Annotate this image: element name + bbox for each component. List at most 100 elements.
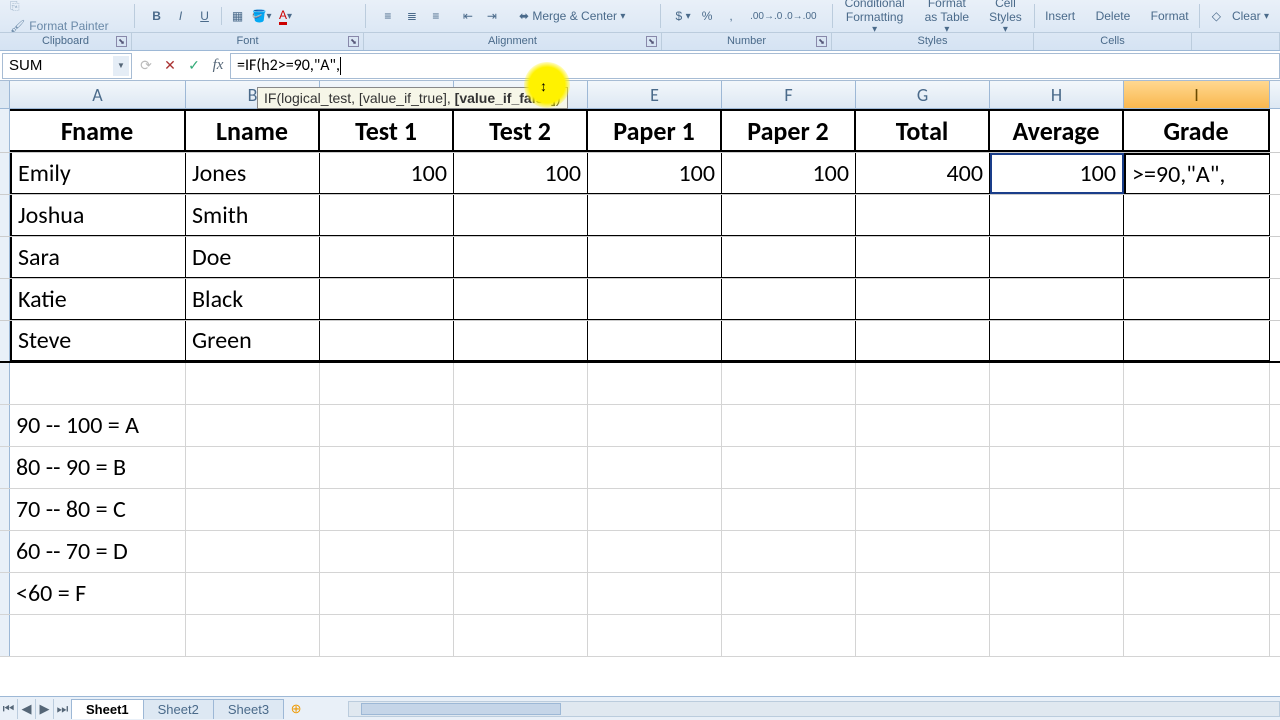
decrease-decimal-button[interactable]: .0→.00 — [784, 5, 816, 27]
header-lname[interactable]: Lname — [186, 109, 320, 152]
spreadsheet-grid[interactable]: A B C D E F G H I Fname Lname Test 1 Tes… — [0, 81, 1280, 657]
cell[interactable] — [10, 363, 186, 404]
formula-input[interactable]: =IF(h2>=90,"A", — [230, 53, 1280, 79]
cell[interactable] — [990, 195, 1124, 236]
underline-button[interactable]: U — [194, 5, 216, 27]
header-paper2[interactable]: Paper 2 — [722, 109, 856, 152]
cell[interactable] — [454, 321, 588, 361]
cell[interactable] — [588, 237, 722, 278]
cell-average[interactable]: 100 — [990, 153, 1124, 194]
cell[interactable] — [856, 237, 990, 278]
cell[interactable] — [722, 195, 856, 236]
cell[interactable] — [1124, 279, 1270, 320]
cell[interactable]: Katie — [10, 279, 186, 320]
header-total[interactable]: Total — [856, 109, 990, 152]
prev-sheet-button[interactable]: ◀ — [18, 699, 36, 719]
cell[interactable] — [1124, 195, 1270, 236]
cell[interactable] — [320, 279, 454, 320]
cell[interactable] — [454, 363, 588, 404]
cell[interactable] — [990, 279, 1124, 320]
cell[interactable] — [722, 279, 856, 320]
cell[interactable] — [588, 279, 722, 320]
fill-color-button[interactable]: 🪣▾ — [251, 5, 273, 27]
cell[interactable]: 90 -- 100 = A — [10, 405, 186, 446]
cell[interactable]: Emily — [10, 153, 186, 194]
next-sheet-button[interactable]: ▶ — [36, 699, 54, 719]
cell[interactable]: 100 — [454, 153, 588, 194]
cell[interactable] — [722, 321, 856, 361]
sheet-tab-1[interactable]: Sheet1 — [71, 699, 144, 719]
italic-button[interactable]: I — [170, 5, 192, 27]
expand-icon[interactable]: ⬊ — [116, 36, 127, 47]
enter-formula-button[interactable]: ✓ — [182, 53, 206, 79]
new-sheet-button[interactable]: ⊕ — [284, 701, 308, 717]
col-header-i[interactable]: I — [1124, 81, 1270, 108]
col-header-h[interactable]: H — [990, 81, 1124, 108]
cell[interactable]: Steve — [10, 321, 186, 361]
cell[interactable]: Green — [186, 321, 320, 361]
fx-button[interactable]: fx — [206, 53, 230, 79]
cell[interactable] — [320, 321, 454, 361]
header-test1[interactable]: Test 1 — [320, 109, 454, 152]
cell[interactable] — [454, 237, 588, 278]
name-box[interactable]: SUM ▼ — [2, 53, 132, 79]
currency-button[interactable]: $ ▾ — [672, 5, 694, 27]
cell[interactable]: 400 — [856, 153, 990, 194]
cell[interactable] — [856, 363, 990, 404]
expand-icon[interactable]: ⬊ — [816, 36, 827, 47]
cell-styles-button[interactable]: CellStyles▾ — [983, 0, 1028, 35]
select-all-corner[interactable] — [0, 81, 10, 108]
cell[interactable]: Doe — [186, 237, 320, 278]
expand-icon[interactable]: ⬊ — [348, 36, 359, 47]
header-average[interactable]: Average — [990, 109, 1124, 152]
cell[interactable] — [588, 195, 722, 236]
cell[interactable] — [320, 237, 454, 278]
cell[interactable]: Joshua — [10, 195, 186, 236]
col-header-e[interactable]: E — [588, 81, 722, 108]
increase-indent-button[interactable]: ⇥ — [481, 5, 503, 27]
border-button[interactable]: ▦ — [227, 5, 249, 27]
header-grade[interactable]: Grade — [1124, 109, 1270, 152]
cell[interactable]: Black — [186, 279, 320, 320]
cell[interactable] — [990, 363, 1124, 404]
cell[interactable]: 100 — [588, 153, 722, 194]
delete-button[interactable]: Delete — [1090, 5, 1135, 27]
cell[interactable] — [722, 363, 856, 404]
header-paper1[interactable]: Paper 1 — [588, 109, 722, 152]
horizontal-scrollbar[interactable] — [348, 701, 1280, 717]
cell[interactable] — [990, 321, 1124, 361]
cell[interactable]: 100 — [320, 153, 454, 194]
cell[interactable] — [588, 363, 722, 404]
col-header-g[interactable]: G — [856, 81, 990, 108]
sheet-tab-3[interactable]: Sheet3 — [213, 699, 284, 719]
sheet-tab-2[interactable]: Sheet2 — [143, 699, 214, 719]
align-center-button[interactable]: ≣ — [401, 5, 423, 27]
align-left-button[interactable]: ≡ — [377, 5, 399, 27]
col-header-a[interactable]: A — [10, 81, 186, 108]
cell[interactable] — [1124, 321, 1270, 361]
merge-center-button[interactable]: ⬌ Merge & Center ▾ — [513, 5, 631, 27]
cell[interactable]: Smith — [186, 195, 320, 236]
cell[interactable]: 80 -- 90 = B — [10, 447, 186, 488]
header-test2[interactable]: Test 2 — [454, 109, 588, 152]
cell[interactable] — [722, 237, 856, 278]
cell[interactable] — [320, 363, 454, 404]
format-button[interactable]: Format — [1145, 5, 1193, 27]
format-as-table-button[interactable]: Formatas Table▾ — [919, 0, 975, 35]
first-sheet-button[interactable]: ⏮ — [0, 699, 18, 719]
cell[interactable] — [320, 195, 454, 236]
cell[interactable] — [856, 321, 990, 361]
align-right-button[interactable]: ≡ — [425, 5, 447, 27]
last-sheet-button[interactable]: ⏭ — [54, 699, 72, 719]
cell[interactable] — [588, 321, 722, 361]
cell[interactable]: 100 — [722, 153, 856, 194]
cell[interactable] — [454, 279, 588, 320]
cell[interactable]: 70 -- 80 = C — [10, 489, 186, 530]
expand-icon[interactable]: ⬊ — [646, 36, 657, 47]
cell[interactable] — [454, 195, 588, 236]
increase-decimal-button[interactable]: .00→.0 — [750, 5, 782, 27]
copy-button[interactable]: ⎘ — [4, 0, 130, 16]
font-color-button[interactable]: A▾ — [275, 5, 297, 27]
cell[interactable]: 60 -- 70 = D — [10, 531, 186, 572]
cell[interactable] — [856, 195, 990, 236]
